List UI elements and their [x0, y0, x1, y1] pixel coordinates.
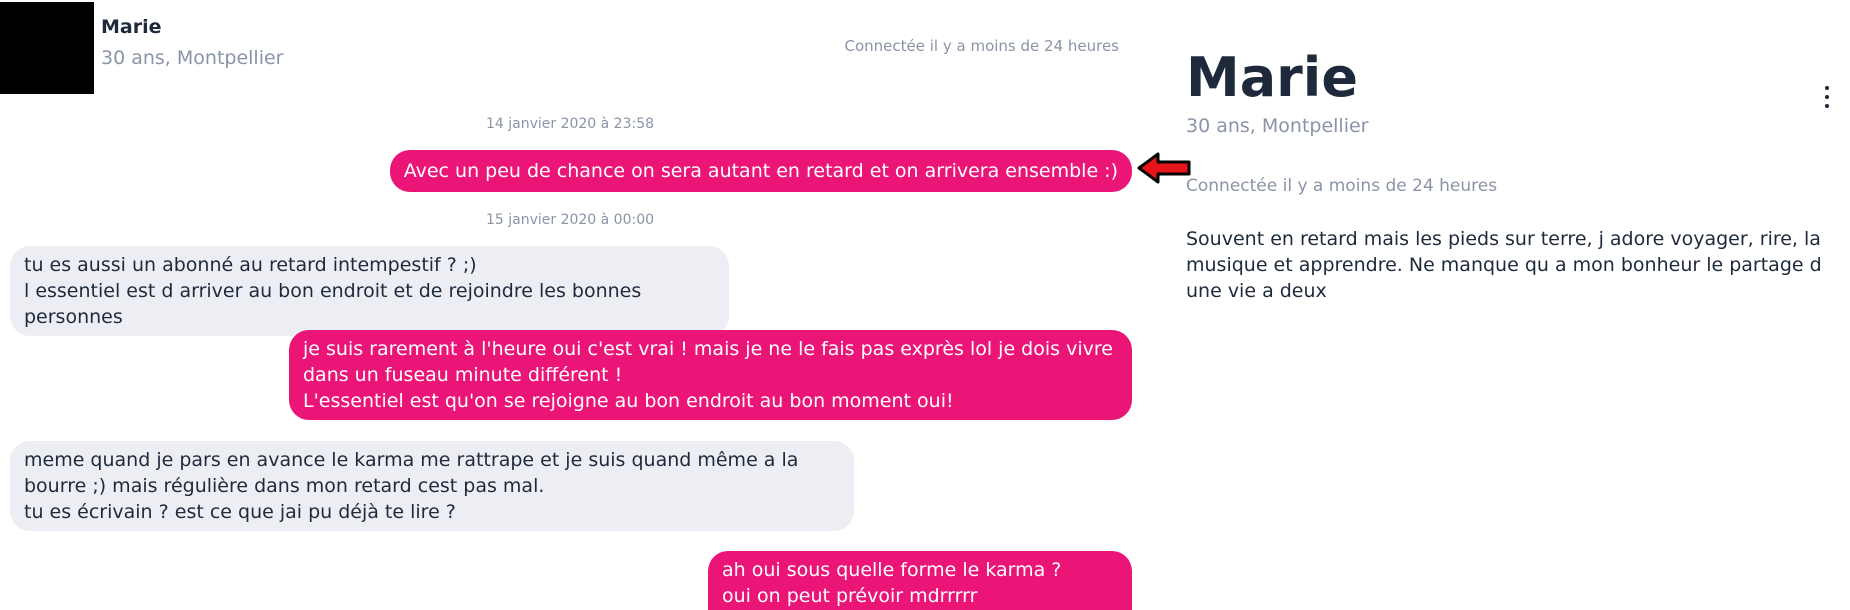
chat-header-status: Connectée il y a moins de 24 heures: [844, 37, 1120, 55]
red-arrow-icon: [1137, 152, 1191, 184]
profile-name: Marie: [1186, 46, 1358, 109]
message-timestamp: 15 janvier 2020 à 00:00: [485, 212, 655, 228]
message-bubble-received: tu es aussi un abonné au retard intempes…: [10, 246, 729, 336]
message-bubble-sent: je suis rarement à l'heure oui c'est vra…: [289, 330, 1132, 420]
message-bubble-sent: Avec un peu de chance on sera autant en …: [389, 150, 1132, 192]
message-timestamp: 14 janvier 2020 à 23:58: [485, 116, 655, 132]
chat-header-name[interactable]: Marie: [101, 16, 162, 38]
avatar[interactable]: [0, 2, 94, 94]
chat-header-subtitle: 30 ans, Montpellier: [101, 47, 284, 69]
message-bubble-sent: ah oui sous quelle forme le karma ? oui …: [708, 551, 1132, 610]
profile-subtitle: 30 ans, Montpellier: [1186, 115, 1369, 137]
chat-panel: Marie 30 ans, Montpellier Connectée il y…: [0, 0, 1140, 610]
message-bubble-received: meme quand je pars en avance le karma me…: [10, 441, 854, 531]
menu-dot: [1825, 86, 1829, 90]
menu-dot: [1825, 104, 1829, 108]
kebab-menu-icon[interactable]: [1822, 86, 1832, 108]
profile-status: Connectée il y a moins de 24 heures: [1186, 176, 1498, 196]
profile-panel: Marie 30 ans, Montpellier Connectée il y…: [1186, 0, 1850, 610]
profile-bio: Souvent en retard mais les pieds sur ter…: [1186, 228, 1822, 302]
menu-dot: [1825, 95, 1829, 99]
